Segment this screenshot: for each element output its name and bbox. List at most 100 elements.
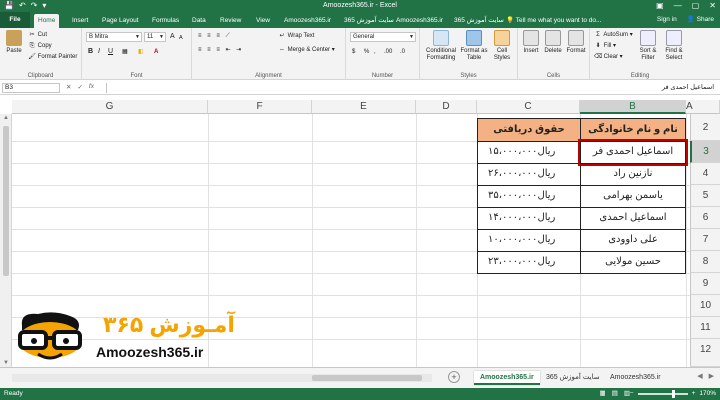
- sheet-tab-amoozesh-2[interactable]: Amoozesh365.ir: [604, 371, 667, 385]
- row-header-6[interactable]: 6: [690, 207, 720, 229]
- sort-filter-button[interactable]: Sort & Filter: [636, 30, 660, 62]
- increase-decimal-button[interactable]: .00: [384, 48, 392, 56]
- table-row-salary[interactable]: ۱۴،۰۰۰،۰۰۰ریال: [477, 207, 581, 230]
- tab-site-1[interactable]: سایت آموزش 365: [340, 14, 398, 28]
- merge-center-button[interactable]: ⇔ Merge & Center ▾: [278, 46, 335, 54]
- tab-page-layout[interactable]: Page Layout: [98, 14, 143, 28]
- column-header-b[interactable]: B: [580, 100, 686, 114]
- paste-button[interactable]: Paste: [3, 30, 25, 55]
- cancel-icon[interactable]: ✕: [66, 83, 71, 91]
- formula-input[interactable]: اسماعیل احمدی فر: [106, 83, 718, 93]
- header-cell-salary[interactable]: حقوق دریافتی: [477, 118, 581, 142]
- grow-font-button[interactable]: A: [170, 33, 175, 41]
- tab-insert[interactable]: Insert: [68, 14, 92, 28]
- column-header-a[interactable]: A: [686, 100, 720, 114]
- row-header-7[interactable]: 7: [690, 229, 720, 251]
- font-name-select[interactable]: B Mitra ▼: [86, 32, 142, 42]
- table-row-salary[interactable]: ۲۳،۰۰۰،۰۰۰ریال: [477, 251, 581, 274]
- tab-data[interactable]: Data: [188, 14, 210, 28]
- table-row-name[interactable]: اسماعیل احمدی فر: [580, 141, 686, 164]
- table-row-salary[interactable]: ۲۶،۰۰۰،۰۰۰ریال: [477, 163, 581, 186]
- header-cell-name[interactable]: نام و نام خانوادگی: [580, 118, 686, 142]
- sheet-tab-site[interactable]: سایت آموزش 365: [540, 371, 606, 385]
- tab-view[interactable]: View: [252, 14, 274, 28]
- minimize-button[interactable]: —: [674, 1, 682, 11]
- name-box[interactable]: B3: [2, 83, 60, 93]
- sign-in-link[interactable]: Sign in: [657, 14, 677, 26]
- column-header-g[interactable]: G: [12, 100, 208, 114]
- insert-cells-button[interactable]: Insert: [520, 30, 542, 55]
- horizontal-scrollbar[interactable]: [12, 374, 432, 382]
- decrease-decimal-button[interactable]: .0: [400, 48, 405, 56]
- copy-button[interactable]: ⎘ Copy: [28, 42, 52, 50]
- zoom-level[interactable]: 170%: [699, 388, 716, 400]
- cut-button[interactable]: ✂ Cut: [28, 31, 47, 39]
- delete-cells-button[interactable]: Delete: [542, 30, 564, 55]
- insert-function-icon[interactable]: fx: [89, 83, 94, 91]
- zoom-knob[interactable]: [671, 390, 675, 398]
- comma-button[interactable]: ,: [374, 48, 376, 56]
- fill-button[interactable]: ⬇ Fill ▾: [594, 42, 616, 50]
- column-header-f[interactable]: F: [208, 100, 312, 114]
- wrap-text-button[interactable]: ↵ Wrap Text: [278, 32, 314, 40]
- borders-icon[interactable]: ▦: [122, 48, 128, 56]
- table-row-salary[interactable]: ۳۵،۰۰۰،۰۰۰ریال: [477, 185, 581, 208]
- font-color-icon[interactable]: A: [154, 48, 158, 56]
- zoom-slider[interactable]: [637, 390, 688, 398]
- shrink-font-button[interactable]: A: [179, 34, 183, 42]
- table-row-name[interactable]: یاسمن بهرامی: [580, 185, 686, 208]
- normal-view-icon[interactable]: ▦: [600, 388, 606, 400]
- row-header-3[interactable]: 3: [690, 141, 720, 163]
- column-header-e[interactable]: E: [312, 100, 416, 114]
- table-row-salary[interactable]: ۱۰،۰۰۰،۰۰۰ریال: [477, 229, 581, 252]
- tab-amoozesh-1[interactable]: Amoozesh365.ir: [280, 14, 335, 28]
- zoom-in-button[interactable]: +: [692, 388, 696, 400]
- row-header-5[interactable]: 5: [690, 185, 720, 207]
- next-sheet-icon[interactable]: ▶: [709, 372, 714, 380]
- tab-review[interactable]: Review: [216, 14, 245, 28]
- table-row-salary[interactable]: ۱۵،۰۰۰،۰۰۰ریال: [477, 141, 581, 164]
- enter-icon[interactable]: ✓: [77, 83, 82, 91]
- row-header-11[interactable]: 11: [690, 317, 720, 339]
- prev-sheet-icon[interactable]: ◀: [697, 372, 702, 380]
- conditional-formatting-button[interactable]: Conditional Formatting: [424, 30, 458, 62]
- number-format-select[interactable]: General ▼: [350, 32, 416, 42]
- row-header-9[interactable]: 9: [690, 273, 720, 295]
- scroll-up-icon[interactable]: ▲: [0, 115, 12, 121]
- font-size-select[interactable]: 11 ▼: [144, 32, 166, 42]
- tab-amoozesh-2[interactable]: Amoozesh365.ir: [392, 14, 447, 28]
- tab-file[interactable]: File: [0, 12, 30, 28]
- row-header-4[interactable]: 4: [690, 163, 720, 185]
- column-header-c[interactable]: C: [477, 100, 580, 114]
- percent-button[interactable]: %: [364, 48, 369, 56]
- tab-home[interactable]: Home: [34, 14, 60, 28]
- underline-button[interactable]: U: [108, 48, 113, 56]
- find-select-button[interactable]: Find & Select: [662, 30, 686, 62]
- tab-site-2[interactable]: سایت آموزش 365: [450, 14, 508, 28]
- zoom-out-button[interactable]: −: [630, 388, 634, 400]
- scroll-thumb[interactable]: [3, 126, 9, 276]
- row-header-8[interactable]: 8: [690, 251, 720, 273]
- cell-styles-button[interactable]: Cell Styles: [490, 30, 514, 62]
- italic-button[interactable]: I: [98, 48, 100, 56]
- align-horizontal-icons[interactable]: ≡ ≡ ≡ ⇤ ⇥: [198, 46, 243, 54]
- autosum-button[interactable]: Σ AutoSum ▾: [594, 31, 633, 39]
- format-painter-button[interactable]: 🖌 Format Painter: [28, 53, 77, 61]
- page-layout-view-icon[interactable]: ▤: [612, 388, 618, 400]
- ribbon-display-options-icon[interactable]: ▣: [656, 1, 664, 11]
- bold-button[interactable]: B: [88, 48, 93, 56]
- sheet-tab-amoozesh-1[interactable]: Amoozesh365.ir: [474, 371, 540, 385]
- clear-button[interactable]: ⌫ Clear ▾: [594, 53, 623, 61]
- currency-button[interactable]: $: [352, 48, 355, 56]
- row-header-12[interactable]: 12: [690, 339, 720, 367]
- align-top-icons[interactable]: ≡ ≡ ≡ ⟋: [198, 32, 232, 40]
- scroll-thumb[interactable]: [312, 375, 422, 381]
- maximize-button[interactable]: ▢: [692, 1, 700, 11]
- new-sheet-button[interactable]: +: [448, 371, 460, 383]
- format-as-table-button[interactable]: Format as Table: [460, 30, 488, 62]
- table-row-name[interactable]: حسین مولایی: [580, 251, 686, 274]
- tab-formulas[interactable]: Formulas: [148, 14, 183, 28]
- tell-me-box[interactable]: 💡 Tell me what you want to do...: [502, 14, 605, 28]
- fill-color-icon[interactable]: ◧: [138, 48, 144, 56]
- row-header-2[interactable]: 2: [690, 114, 720, 141]
